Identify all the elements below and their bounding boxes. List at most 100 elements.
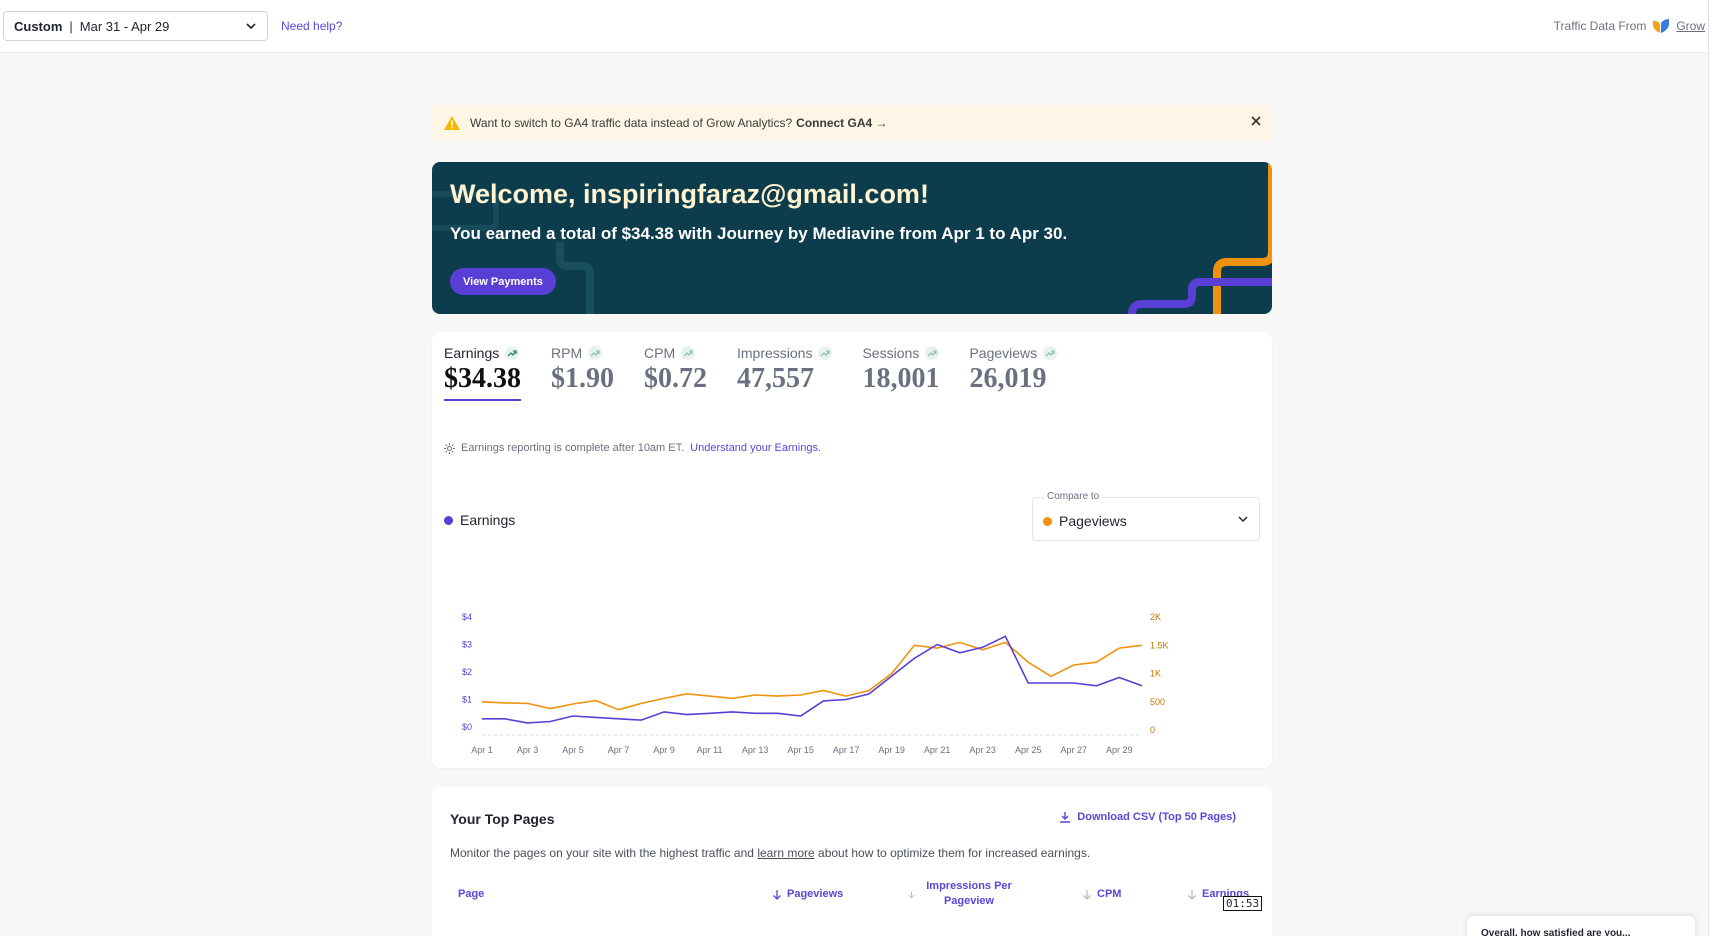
date-mode: Custom — [14, 18, 63, 34]
y-left-tick-label: $1 — [462, 695, 472, 705]
y-left-tick-label: $2 — [462, 667, 472, 677]
close-icon[interactable] — [1250, 115, 1262, 127]
x-tick-label: Apr 17 — [833, 745, 860, 755]
column-pageviews[interactable]: Pageviews — [772, 888, 843, 900]
y-left-tick-label: $4 — [462, 612, 472, 622]
x-tick-label: Apr 23 — [969, 745, 996, 755]
metric-value: $1.90 — [551, 363, 614, 394]
date-separator: | — [69, 18, 73, 34]
metric-value: $34.38 — [444, 363, 521, 394]
column-page[interactable]: Page — [458, 888, 484, 900]
download-icon — [1060, 812, 1071, 823]
desc-text: Monitor the pages on your site with the … — [450, 846, 754, 860]
column-label: Pageviews — [787, 888, 844, 900]
x-tick-label: Apr 25 — [1015, 745, 1042, 755]
compare-caption: Compare to — [1045, 491, 1102, 502]
grow-logo-icon — [1653, 19, 1670, 33]
y-right-tick-label: 1K — [1150, 669, 1161, 679]
y-right-tick-label: 0 — [1150, 725, 1155, 735]
trend-up-icon — [588, 346, 603, 360]
metric-value: 26,019 — [969, 363, 1047, 394]
reporting-text: Earnings reporting is complete after 10a… — [461, 442, 685, 454]
trend-up-icon — [1043, 346, 1058, 360]
x-tick-label: Apr 7 — [608, 745, 630, 755]
metric-label: Sessions — [862, 345, 920, 361]
x-tick-label: Apr 5 — [562, 745, 584, 755]
x-tick-label: Apr 9 — [653, 745, 675, 755]
trend-up-icon — [505, 346, 520, 360]
x-tick-label: Apr 19 — [878, 745, 905, 755]
satisfaction-survey[interactable]: Overall, how satisfied are you... — [1467, 916, 1695, 936]
column-cpm[interactable]: CPM — [1082, 888, 1121, 900]
x-tick-label: Apr 3 — [517, 745, 539, 755]
earnings-pageviews-chart: $0 $1 $2 $3 $4 0 500 1K 1.5K 2K Apr 1 Apr 3 Apr 5 Apr… — [462, 612, 1169, 755]
pageviews-legend-dot — [1043, 516, 1052, 526]
welcome-banner: Welcome, inspiringfaraz@gmail.com! You e… — [432, 162, 1272, 314]
top-pages-card: Your Top Pages Download CSV (Top 50 Page… — [432, 787, 1272, 936]
x-tick-label: Apr 21 — [924, 745, 951, 755]
connect-ga4-link[interactable]: Connect GA4 → — [796, 116, 887, 130]
ga4-notice: Want to switch to GA4 traffic data inste… — [432, 105, 1272, 141]
recording-timer: 01:53 — [1223, 896, 1263, 911]
earnings-summary: You earned a total of $34.38 with Journe… — [450, 224, 1068, 243]
understand-earnings-link[interactable]: Understand your Earnings. — [690, 442, 821, 454]
compare-to-select[interactable]: Compare to Pageviews — [1032, 491, 1260, 541]
metric-label: Pageviews — [969, 345, 1038, 361]
traffic-source: Traffic Data From Grow — [1554, 18, 1705, 34]
metric-value: $0.72 — [644, 363, 707, 394]
desc-text-end: about how to optimize them for increased… — [818, 846, 1091, 860]
date-range-select[interactable]: Custom | Mar 31 - Apr 29 — [3, 11, 268, 41]
x-tick-label: Apr 13 — [742, 745, 769, 755]
metric-tabs: Earnings $34.38 RPM $1.90 CPM $0.72 Impr… — [444, 345, 1087, 401]
sort-icon — [1188, 889, 1196, 900]
need-help-link[interactable]: Need help? — [281, 19, 342, 33]
y-right-tick-label: 2K — [1150, 612, 1161, 622]
pageviews-line — [481, 641, 1143, 711]
metric-impressions[interactable]: Impressions 47,557 — [737, 345, 833, 395]
download-csv-label: Download CSV (Top 50 Pages) — [1077, 811, 1236, 823]
sort-icon — [1083, 889, 1091, 900]
column-impressions-per-pageview[interactable]: Impressions Per Pageview — [908, 879, 1018, 909]
top-bar: Custom | Mar 31 - Apr 29 Need help? Traf… — [0, 0, 1708, 53]
metric-sessions[interactable]: Sessions 18,001 — [862, 345, 939, 395]
metric-label: Earnings — [444, 345, 500, 361]
earnings-legend-dot — [444, 515, 453, 525]
column-label: Page — [458, 888, 485, 900]
learn-more-link[interactable]: learn more — [757, 846, 814, 860]
welcome-title: Welcome, inspiringfaraz@gmail.com! — [450, 179, 929, 209]
earnings-legend-label: Earnings — [460, 512, 516, 528]
warning-icon — [444, 116, 460, 130]
top-pages-description: Monitor the pages on your site with the … — [450, 846, 1090, 860]
y-left-tick-label: $0 — [462, 722, 472, 732]
metric-cpm[interactable]: CPM $0.72 — [644, 345, 707, 395]
x-tick-label: Apr 27 — [1060, 745, 1087, 755]
y-right-tick-label: 500 — [1150, 697, 1165, 707]
chevron-down-icon — [246, 23, 256, 30]
download-csv-button[interactable]: Download CSV (Top 50 Pages) — [1059, 811, 1236, 823]
x-tick-label: Apr 15 — [787, 745, 814, 755]
y-right-tick-label: 1.5K — [1150, 640, 1169, 650]
y-left-tick-label: $3 — [462, 640, 472, 650]
trend-up-icon — [681, 346, 696, 360]
x-tick-label: Apr 11 — [697, 745, 723, 755]
chevron-down-icon — [1238, 516, 1248, 522]
column-label: Impressions Per Pageview — [926, 880, 1012, 907]
metric-value: 18,001 — [862, 363, 940, 394]
earnings-line — [482, 635, 1143, 724]
trend-up-icon — [925, 346, 940, 360]
metric-label: RPM — [551, 345, 583, 361]
grow-link[interactable]: Grow — [1676, 19, 1705, 33]
metric-value: 47,557 — [737, 363, 814, 394]
trend-up-icon — [818, 346, 833, 360]
metric-rpm[interactable]: RPM $1.90 — [551, 345, 614, 395]
view-payments-button[interactable]: View Payments — [450, 268, 556, 295]
sort-icon — [908, 890, 915, 898]
reporting-note: Earnings reporting is complete after 10a… — [444, 442, 821, 454]
metric-label: Impressions — [737, 345, 813, 361]
metric-earnings[interactable]: Earnings $34.38 — [444, 345, 521, 401]
scrollbar[interactable] — [1708, 0, 1734, 936]
column-label: CPM — [1097, 888, 1122, 900]
traffic-source-label: Traffic Data From — [1553, 19, 1647, 33]
x-tick-label: Apr 1 — [471, 745, 493, 755]
metric-pageviews[interactable]: Pageviews 26,019 — [969, 345, 1058, 395]
